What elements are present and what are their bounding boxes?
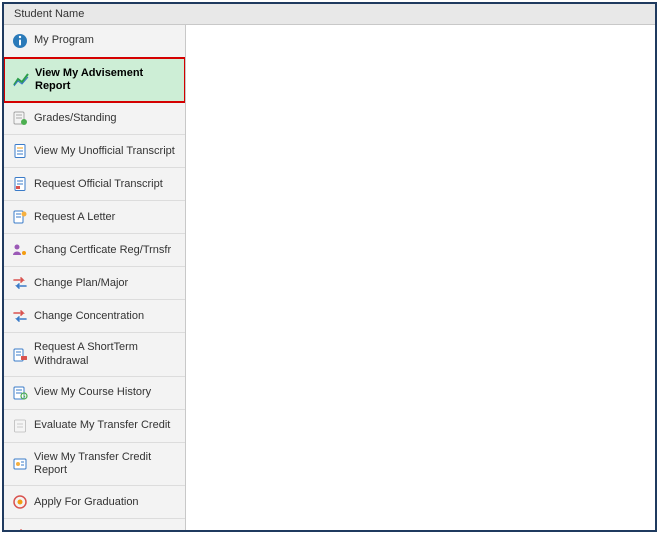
content-area — [186, 25, 655, 530]
sidebar-item-label: Apply For Graduation — [34, 496, 139, 509]
sidebar-item-change-concentration[interactable]: Change Concentration — [4, 300, 185, 333]
letter-icon — [12, 209, 28, 225]
sidebar-item-label: View My Unofficial Transcript — [34, 145, 175, 158]
info-icon — [12, 33, 28, 49]
sidebar-item-unofficial-transcript[interactable]: View My Unofficial Transcript — [4, 135, 185, 168]
evaluate-icon — [12, 418, 28, 434]
student-window: Student Name My Program View My Adviseme… — [2, 2, 657, 532]
sidebar-item-select-minor[interactable]: Select Minor — [4, 519, 185, 530]
sidebar-item-label: View My Course History — [34, 386, 151, 399]
sidebar-item-label: Change Concentration — [34, 310, 144, 323]
sidebar: My Program View My Advisement Report Gra… — [4, 25, 186, 530]
swap-arrows-icon — [12, 308, 28, 324]
sidebar-item-label: View My Transfer Credit Report — [34, 451, 177, 477]
sidebar-item-my-program[interactable]: My Program — [4, 25, 185, 58]
sidebar-item-label: My Program — [34, 34, 94, 47]
document-icon — [12, 143, 28, 159]
window-title: Student Name — [14, 8, 84, 20]
swap-arrows-icon — [12, 527, 28, 530]
sidebar-item-label: Request A Letter — [34, 211, 115, 224]
sidebar-item-course-history[interactable]: View My Course History — [4, 377, 185, 410]
swap-arrows-icon — [12, 275, 28, 291]
sidebar-item-evaluate-transfer-credit[interactable]: Evaluate My Transfer Credit — [4, 410, 185, 443]
sidebar-item-label: Request A ShortTerm Withdrawal — [34, 341, 177, 367]
window-body: My Program View My Advisement Report Gra… — [4, 25, 655, 530]
sidebar-item-label: Chang Certficate Reg/Trnsfr — [34, 244, 171, 257]
sidebar-item-label: View My Advisement Report — [35, 67, 176, 93]
sidebar-item-change-certificate[interactable]: Chang Certficate Reg/Trnsfr — [4, 234, 185, 267]
grades-icon — [12, 110, 28, 126]
sidebar-item-change-plan-major[interactable]: Change Plan/Major — [4, 267, 185, 300]
history-icon — [12, 385, 28, 401]
sidebar-item-apply-graduation[interactable]: Apply For Graduation — [4, 486, 185, 519]
credit-report-icon — [12, 456, 28, 472]
person-swap-icon — [12, 242, 28, 258]
sidebar-item-label: Evaluate My Transfer Credit — [34, 419, 170, 432]
sidebar-item-request-letter[interactable]: Request A Letter — [4, 201, 185, 234]
window-header: Student Name — [4, 4, 655, 25]
graduation-icon — [12, 494, 28, 510]
document-withdraw-icon — [12, 347, 28, 363]
sidebar-item-short-term-withdrawal[interactable]: Request A ShortTerm Withdrawal — [4, 333, 185, 376]
sidebar-item-view-advisement-report[interactable]: View My Advisement Report — [4, 57, 186, 103]
sidebar-item-label: Select Minor — [34, 529, 95, 530]
sidebar-item-label: Change Plan/Major — [34, 277, 128, 290]
sidebar-item-official-transcript[interactable]: Request Official Transcript — [4, 168, 185, 201]
sidebar-item-label: Request Official Transcript — [34, 178, 163, 191]
sidebar-item-transfer-credit-report[interactable]: View My Transfer Credit Report — [4, 443, 185, 486]
chart-line-icon — [13, 72, 29, 88]
document-request-icon — [12, 176, 28, 192]
sidebar-item-label: Grades/Standing — [34, 112, 117, 125]
sidebar-item-grades-standing[interactable]: Grades/Standing — [4, 102, 185, 135]
